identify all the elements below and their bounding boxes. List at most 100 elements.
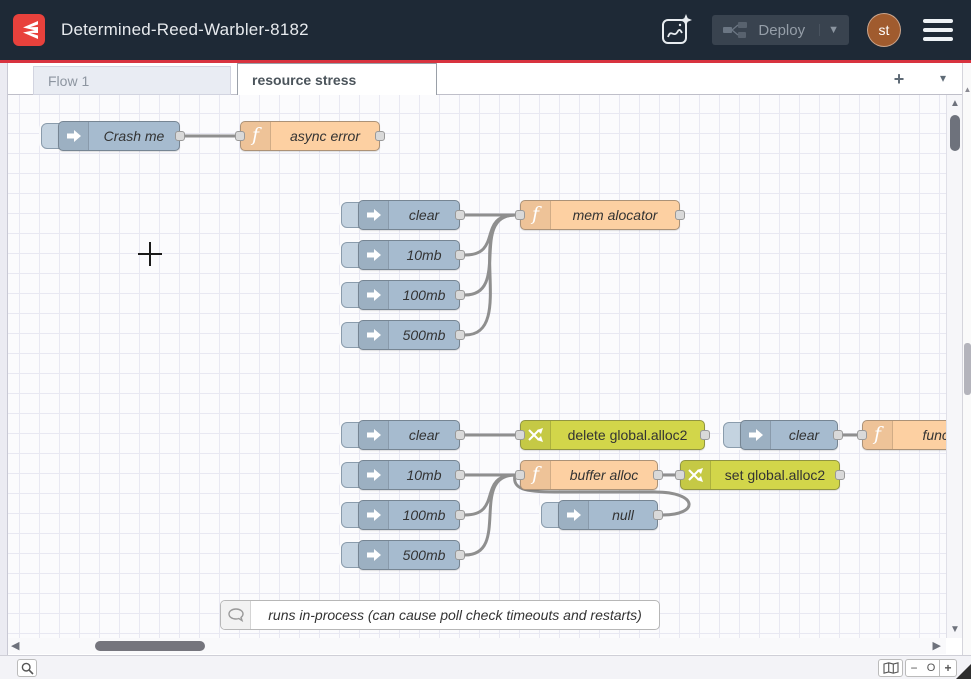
footer-toolbar: − O + [0,655,971,679]
output-port[interactable] [835,470,845,480]
horizontal-scrollbar[interactable]: ◀ ▶ [8,638,946,654]
scroll-left-icon[interactable]: ◀ [11,639,19,652]
output-port[interactable] [175,131,185,141]
node-change-delalloc[interactable]: delete global.alloc2 [520,420,705,450]
output-port[interactable] [455,550,465,560]
inject-arrow-icon [366,288,382,302]
node-function-memalloc[interactable]: fmem alocator [520,200,680,230]
window-resize-grip[interactable] [956,664,971,679]
add-flow-button[interactable]: + [888,68,910,90]
vertical-scroll-thumb[interactable] [950,115,960,151]
crosshair-cursor [149,242,151,266]
flow-canvas[interactable]: Crash me fasync error clear 10mb 100mb 500mb f… [8,95,946,638]
output-port[interactable] [833,430,843,440]
zoom-reset-button[interactable]: O [922,659,940,677]
flow-list-caret-icon[interactable]: ▾ [940,71,946,85]
node-inject-b_500[interactable]: 500mb [358,320,460,350]
input-port[interactable] [235,131,245,141]
output-port[interactable] [700,430,710,440]
node-label: mem alocator [551,201,679,229]
inject-arrow-icon [366,508,382,522]
inject-arrow-icon [366,548,382,562]
zoom-out-button[interactable]: − [905,659,923,677]
node-inject-c_clear2[interactable]: clear [740,420,838,450]
function-f-icon: f [521,461,551,489]
instance-title: Determined-Reed-Warbler-8182 [61,20,309,40]
input-port[interactable] [515,210,525,220]
wire-b_100-memalloc[interactable] [465,215,515,295]
node-inject-crash[interactable]: Crash me [58,121,180,151]
node-label: Crash me [89,122,179,150]
node-label: clear [389,421,459,449]
output-port[interactable] [455,430,465,440]
node-label: runs in-process (can cause poll check ti… [251,601,659,629]
node-inject-c_clear[interactable]: clear [358,420,460,450]
window-scroll-up-icon[interactable]: ▲ [963,85,971,94]
scroll-up-icon[interactable]: ▲ [947,98,963,109]
horizontal-scroll-thumb[interactable] [95,641,205,651]
input-port[interactable] [515,430,525,440]
output-port[interactable] [455,510,465,520]
header-bar: Determined-Reed-Warbler-8182 Deploy [0,0,971,60]
scroll-right-icon[interactable]: ▶ [933,639,941,652]
wire-b_500-memalloc[interactable] [465,215,515,335]
node-comment-comment1[interactable]: runs in-process (can cause poll check ti… [220,600,660,630]
input-port[interactable] [675,470,685,480]
node-label: clear [771,421,837,449]
node-inject-c_100[interactable]: 100mb [358,500,460,530]
main-menu-icon[interactable] [919,15,957,45]
output-port[interactable] [375,131,385,141]
output-port[interactable] [653,510,663,520]
output-port[interactable] [455,290,465,300]
node-inject-b_100[interactable]: 100mb [358,280,460,310]
inject-arrow-icon [366,328,382,342]
node-label: 10mb [389,461,459,489]
input-port[interactable] [857,430,867,440]
output-port[interactable] [653,470,663,480]
node-function-asyncerr[interactable]: fasync error [240,121,380,151]
inject-icon [359,241,389,269]
node-inject-c_10[interactable]: 10mb [358,460,460,490]
inject-icon [359,321,389,349]
navigator-button[interactable] [878,659,903,677]
window-scrollbar[interactable]: ▲ [962,63,971,679]
change-shuffle-icon [688,468,704,482]
node-function-func2[interactable]: ffunction [862,420,946,450]
input-port[interactable] [515,470,525,480]
node-inject-c_500[interactable]: 500mb [358,540,460,570]
flow-assistant-icon[interactable] [658,12,694,48]
flowfuse-logo-icon[interactable] [13,14,45,46]
wire-c_500-bufalloc[interactable] [465,475,515,555]
window-scroll-thumb[interactable] [964,343,971,395]
node-function-bufalloc[interactable]: fbuffer alloc [520,460,658,490]
node-change-setalloc[interactable]: set global.alloc2 [680,460,840,490]
header-actions: Deploy ▼ st [658,12,957,48]
node-inject-b_clear[interactable]: clear [358,200,460,230]
node-label: 10mb [389,241,459,269]
function-f-icon: f [241,122,271,150]
node-label: 100mb [389,281,459,309]
deploy-options-caret[interactable]: ▼ [819,24,839,36]
wire-c_100-bufalloc[interactable] [465,475,515,515]
tab-flow-1[interactable]: Flow 1 [33,66,231,95]
zoom-in-button[interactable]: + [939,659,957,677]
output-port[interactable] [455,330,465,340]
output-port[interactable] [455,210,465,220]
node-inject-nullnode[interactable]: null [558,500,658,530]
node-label: buffer alloc [551,461,657,489]
user-avatar[interactable]: st [867,13,901,47]
wire-b_10-memalloc[interactable] [465,215,515,255]
inject-icon [359,501,389,529]
inject-icon [359,281,389,309]
search-button[interactable] [17,659,37,677]
output-port[interactable] [455,470,465,480]
change-icon [521,421,551,449]
node-inject-b_10[interactable]: 10mb [358,240,460,270]
vertical-scrollbar[interactable]: ▲ ▼ [946,95,962,638]
scroll-down-icon[interactable]: ▼ [947,624,963,635]
output-port[interactable] [455,250,465,260]
output-port[interactable] [675,210,685,220]
node-label: 500mb [389,321,459,349]
deploy-button[interactable]: Deploy ▼ [712,15,849,45]
tab-resource-stress[interactable]: resource stress [237,63,437,95]
